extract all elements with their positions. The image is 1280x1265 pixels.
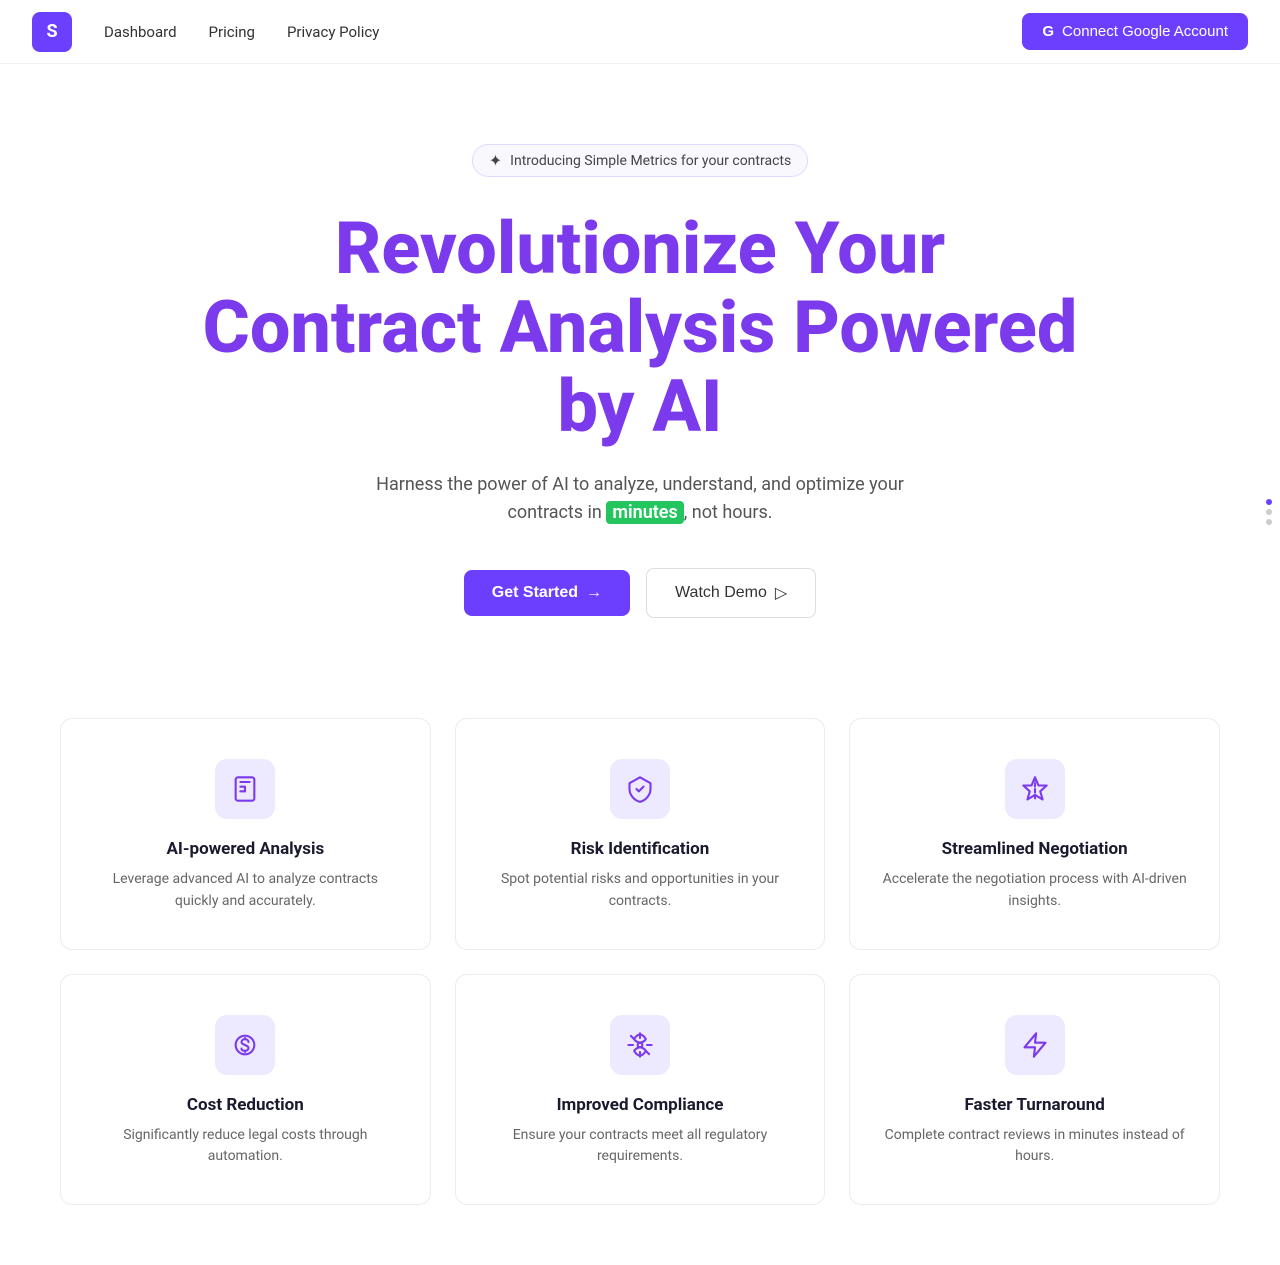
nav-links: Dashboard Pricing Privacy Policy bbox=[104, 23, 1022, 41]
cost-desc: Significantly reduce legal costs through… bbox=[93, 1125, 398, 1168]
turnaround-title: Faster Turnaround bbox=[965, 1095, 1105, 1115]
arrow-icon: → bbox=[586, 584, 602, 602]
ai-analysis-desc: Leverage advanced AI to analyze contract… bbox=[93, 869, 398, 912]
feature-negotiation: Streamlined Negotiation Accelerate the n… bbox=[849, 718, 1220, 949]
hero-subtitle-post: , not hours. bbox=[684, 502, 773, 523]
feature-turnaround: Faster Turnaround Complete contract revi… bbox=[849, 974, 1220, 1205]
hero-title: Revolutionize Your Contract Analysis Pow… bbox=[190, 209, 1090, 447]
nav-dashboard[interactable]: Dashboard bbox=[104, 23, 177, 41]
hero-subtitle: Harness the power of AI to analyze, unde… bbox=[360, 471, 920, 529]
ai-analysis-icon bbox=[215, 759, 275, 819]
scrollbar[interactable] bbox=[1266, 499, 1272, 525]
risk-title: Risk Identification bbox=[571, 839, 710, 859]
hero-subtitle-highlight: minutes bbox=[606, 501, 683, 524]
risk-desc: Spot potential risks and opportunities i… bbox=[488, 869, 793, 912]
hero-badge: ✦ Introducing Simple Metrics for your co… bbox=[472, 144, 808, 177]
feature-row-2: Cost Reduction Significantly reduce lega… bbox=[60, 974, 1220, 1205]
watch-demo-label: Watch Demo bbox=[675, 584, 767, 602]
features-section: AI-powered Analysis Leverage advanced AI… bbox=[0, 678, 1280, 1265]
connect-google-button[interactable]: G Connect Google Account bbox=[1022, 13, 1248, 50]
google-icon: G bbox=[1042, 23, 1054, 40]
turnaround-desc: Complete contract reviews in minutes ins… bbox=[882, 1125, 1187, 1168]
feature-ai-analysis: AI-powered Analysis Leverage advanced AI… bbox=[60, 718, 431, 949]
nav-privacy[interactable]: Privacy Policy bbox=[287, 23, 379, 41]
compliance-title: Improved Compliance bbox=[557, 1095, 724, 1115]
compliance-desc: Ensure your contracts meet all regulator… bbox=[488, 1125, 793, 1168]
feature-row-1: AI-powered Analysis Leverage advanced AI… bbox=[60, 718, 1220, 949]
risk-icon bbox=[610, 759, 670, 819]
logo[interactable]: S bbox=[32, 12, 72, 52]
negotiation-icon bbox=[1005, 759, 1065, 819]
sparkle-icon: ✦ bbox=[489, 151, 502, 170]
hero-badge-text: Introducing Simple Metrics for your cont… bbox=[510, 153, 791, 169]
feature-compliance: Improved Compliance Ensure your contract… bbox=[455, 974, 826, 1205]
play-icon: ▷ bbox=[775, 583, 787, 603]
hero-buttons: Get Started → Watch Demo ▷ bbox=[464, 568, 816, 618]
negotiation-title: Streamlined Negotiation bbox=[942, 839, 1128, 859]
feature-risk-identification: Risk Identification Spot potential risks… bbox=[455, 718, 826, 949]
get-started-button[interactable]: Get Started → bbox=[464, 570, 630, 616]
negotiation-desc: Accelerate the negotiation process with … bbox=[882, 869, 1187, 912]
feature-cost-reduction: Cost Reduction Significantly reduce lega… bbox=[60, 974, 431, 1205]
get-started-label: Get Started bbox=[492, 584, 578, 602]
nav-pricing[interactable]: Pricing bbox=[209, 23, 255, 41]
hero-section: ✦ Introducing Simple Metrics for your co… bbox=[0, 64, 1280, 678]
watch-demo-button[interactable]: Watch Demo ▷ bbox=[646, 568, 816, 618]
cost-title: Cost Reduction bbox=[187, 1095, 304, 1115]
ai-analysis-title: AI-powered Analysis bbox=[166, 839, 324, 859]
navbar: S Dashboard Pricing Privacy Policy G Con… bbox=[0, 0, 1280, 64]
